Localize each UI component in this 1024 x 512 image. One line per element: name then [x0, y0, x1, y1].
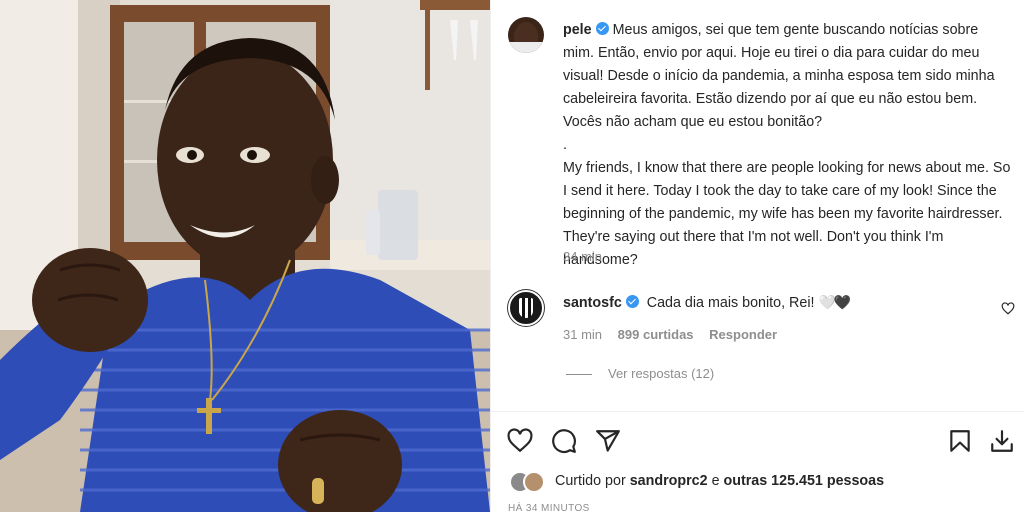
comment-likes[interactable]: 899 curtidas [618, 327, 694, 342]
comment-meta: 31 min 899 curtidas Responder [563, 327, 789, 342]
comment-username[interactable]: santosfc [563, 295, 622, 311]
santos-crest-icon [519, 298, 533, 318]
view-replies-label: Ver respostas (12) [608, 366, 715, 381]
verified-badge-icon [595, 22, 609, 35]
comment-time: 31 min [563, 327, 603, 342]
post-side-panel: pele Meus amigos, sei que tem gente busca… [490, 0, 1024, 512]
share-icon [596, 430, 620, 452]
heart-icon [507, 428, 533, 453]
reply-button[interactable]: Responder [709, 327, 777, 342]
comment-icon [552, 429, 576, 453]
caption-english: My friends, I know that there are people… [563, 160, 1011, 268]
comment: santosfc Cada dia mais bonito, Rei! 🤍🖤 [563, 292, 983, 313]
like-button[interactable] [507, 428, 533, 454]
black-heart-icon: 🖤 [833, 294, 851, 310]
download-button[interactable] [989, 428, 1015, 454]
liker-avatar [523, 471, 545, 493]
post-time: 34 min [563, 249, 603, 264]
comment-verified-badge-icon [625, 295, 639, 308]
author-username[interactable]: pele [563, 22, 592, 38]
post-caption: pele Meus amigos, sei que tem gente busca… [563, 19, 1013, 272]
download-icon [991, 430, 1013, 452]
actions-divider [491, 411, 1024, 412]
likes-others[interactable]: outras 125.451 pessoas [724, 473, 885, 489]
comment-button[interactable] [551, 428, 577, 454]
white-heart-icon: 🤍 [818, 294, 835, 310]
comment-text: Cada dia mais bonito, Rei! [646, 295, 815, 311]
share-button[interactable] [595, 428, 621, 454]
liker-avatars [509, 471, 553, 493]
post-photo[interactable] [0, 0, 490, 512]
likes-prefix: Curtido por [555, 473, 626, 489]
author-avatar[interactable] [508, 17, 544, 53]
liker-username[interactable]: sandroprc2 [630, 473, 708, 489]
likes-middle: e [711, 473, 720, 489]
save-button[interactable] [947, 428, 973, 454]
photo-illustration [0, 0, 490, 512]
commenter-avatar[interactable] [508, 290, 544, 326]
caption-portuguese: Meus amigos, sei que tem gente buscando … [563, 22, 995, 130]
bookmark-icon [950, 430, 970, 452]
view-replies-button[interactable]: Ver respostas (12) [566, 366, 714, 381]
post-date: HÁ 34 MINUTOS [508, 503, 590, 512]
caption-separator: . [563, 137, 567, 153]
likes-text: Curtido por sandroprc2 e outras 125.451 … [555, 473, 884, 489]
replies-line [566, 374, 592, 376]
comment-like-heart-icon[interactable] [1001, 302, 1015, 315]
